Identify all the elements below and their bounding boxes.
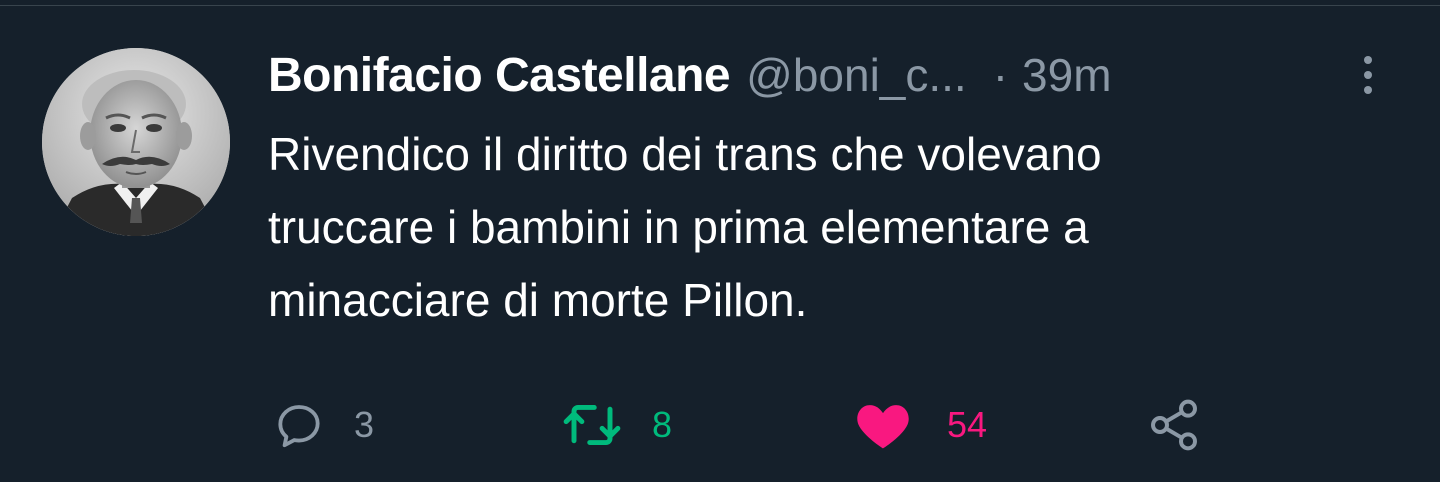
- more-dot: [1364, 86, 1372, 94]
- retweet-button[interactable]: 8: [560, 390, 672, 460]
- share-icon: [1151, 399, 1197, 451]
- timestamp[interactable]: 39m: [1022, 48, 1111, 102]
- top-divider: [0, 0, 1440, 6]
- more-dot: [1364, 56, 1372, 64]
- retweet-icon: [563, 404, 621, 446]
- action-bar: 3 8 54: [0, 390, 1440, 460]
- tweet-text-line: truccare i bambini in prima elementare a: [268, 201, 1089, 253]
- tweet-header: Bonifacio Castellane @boni_c... · 39m: [268, 42, 1112, 108]
- heart-icon: [857, 405, 909, 449]
- reply-icon: [278, 405, 320, 448]
- avatar[interactable]: [42, 48, 230, 236]
- user-handle[interactable]: @boni_c...: [746, 48, 967, 102]
- tweet-text-line: minacciare di morte Pillon.: [268, 274, 808, 326]
- display-name[interactable]: Bonifacio Castellane: [268, 48, 731, 103]
- retweet-count: 8: [652, 404, 673, 445]
- reply-button[interactable]: 3: [272, 390, 374, 460]
- tweet-text: Rivendico il diritto dei trans che volev…: [268, 118, 1388, 337]
- share-button[interactable]: [1146, 390, 1202, 460]
- like-count: 54: [947, 404, 988, 445]
- like-button[interactable]: 54: [855, 390, 987, 460]
- reply-count: 3: [354, 404, 375, 445]
- tweet-text-line: Rivendico il diritto dei trans che volev…: [268, 128, 1102, 180]
- more-icon[interactable]: [1350, 50, 1386, 100]
- avatar-image: [42, 48, 230, 236]
- separator-dot: ·: [992, 49, 1009, 101]
- more-dot: [1364, 71, 1372, 79]
